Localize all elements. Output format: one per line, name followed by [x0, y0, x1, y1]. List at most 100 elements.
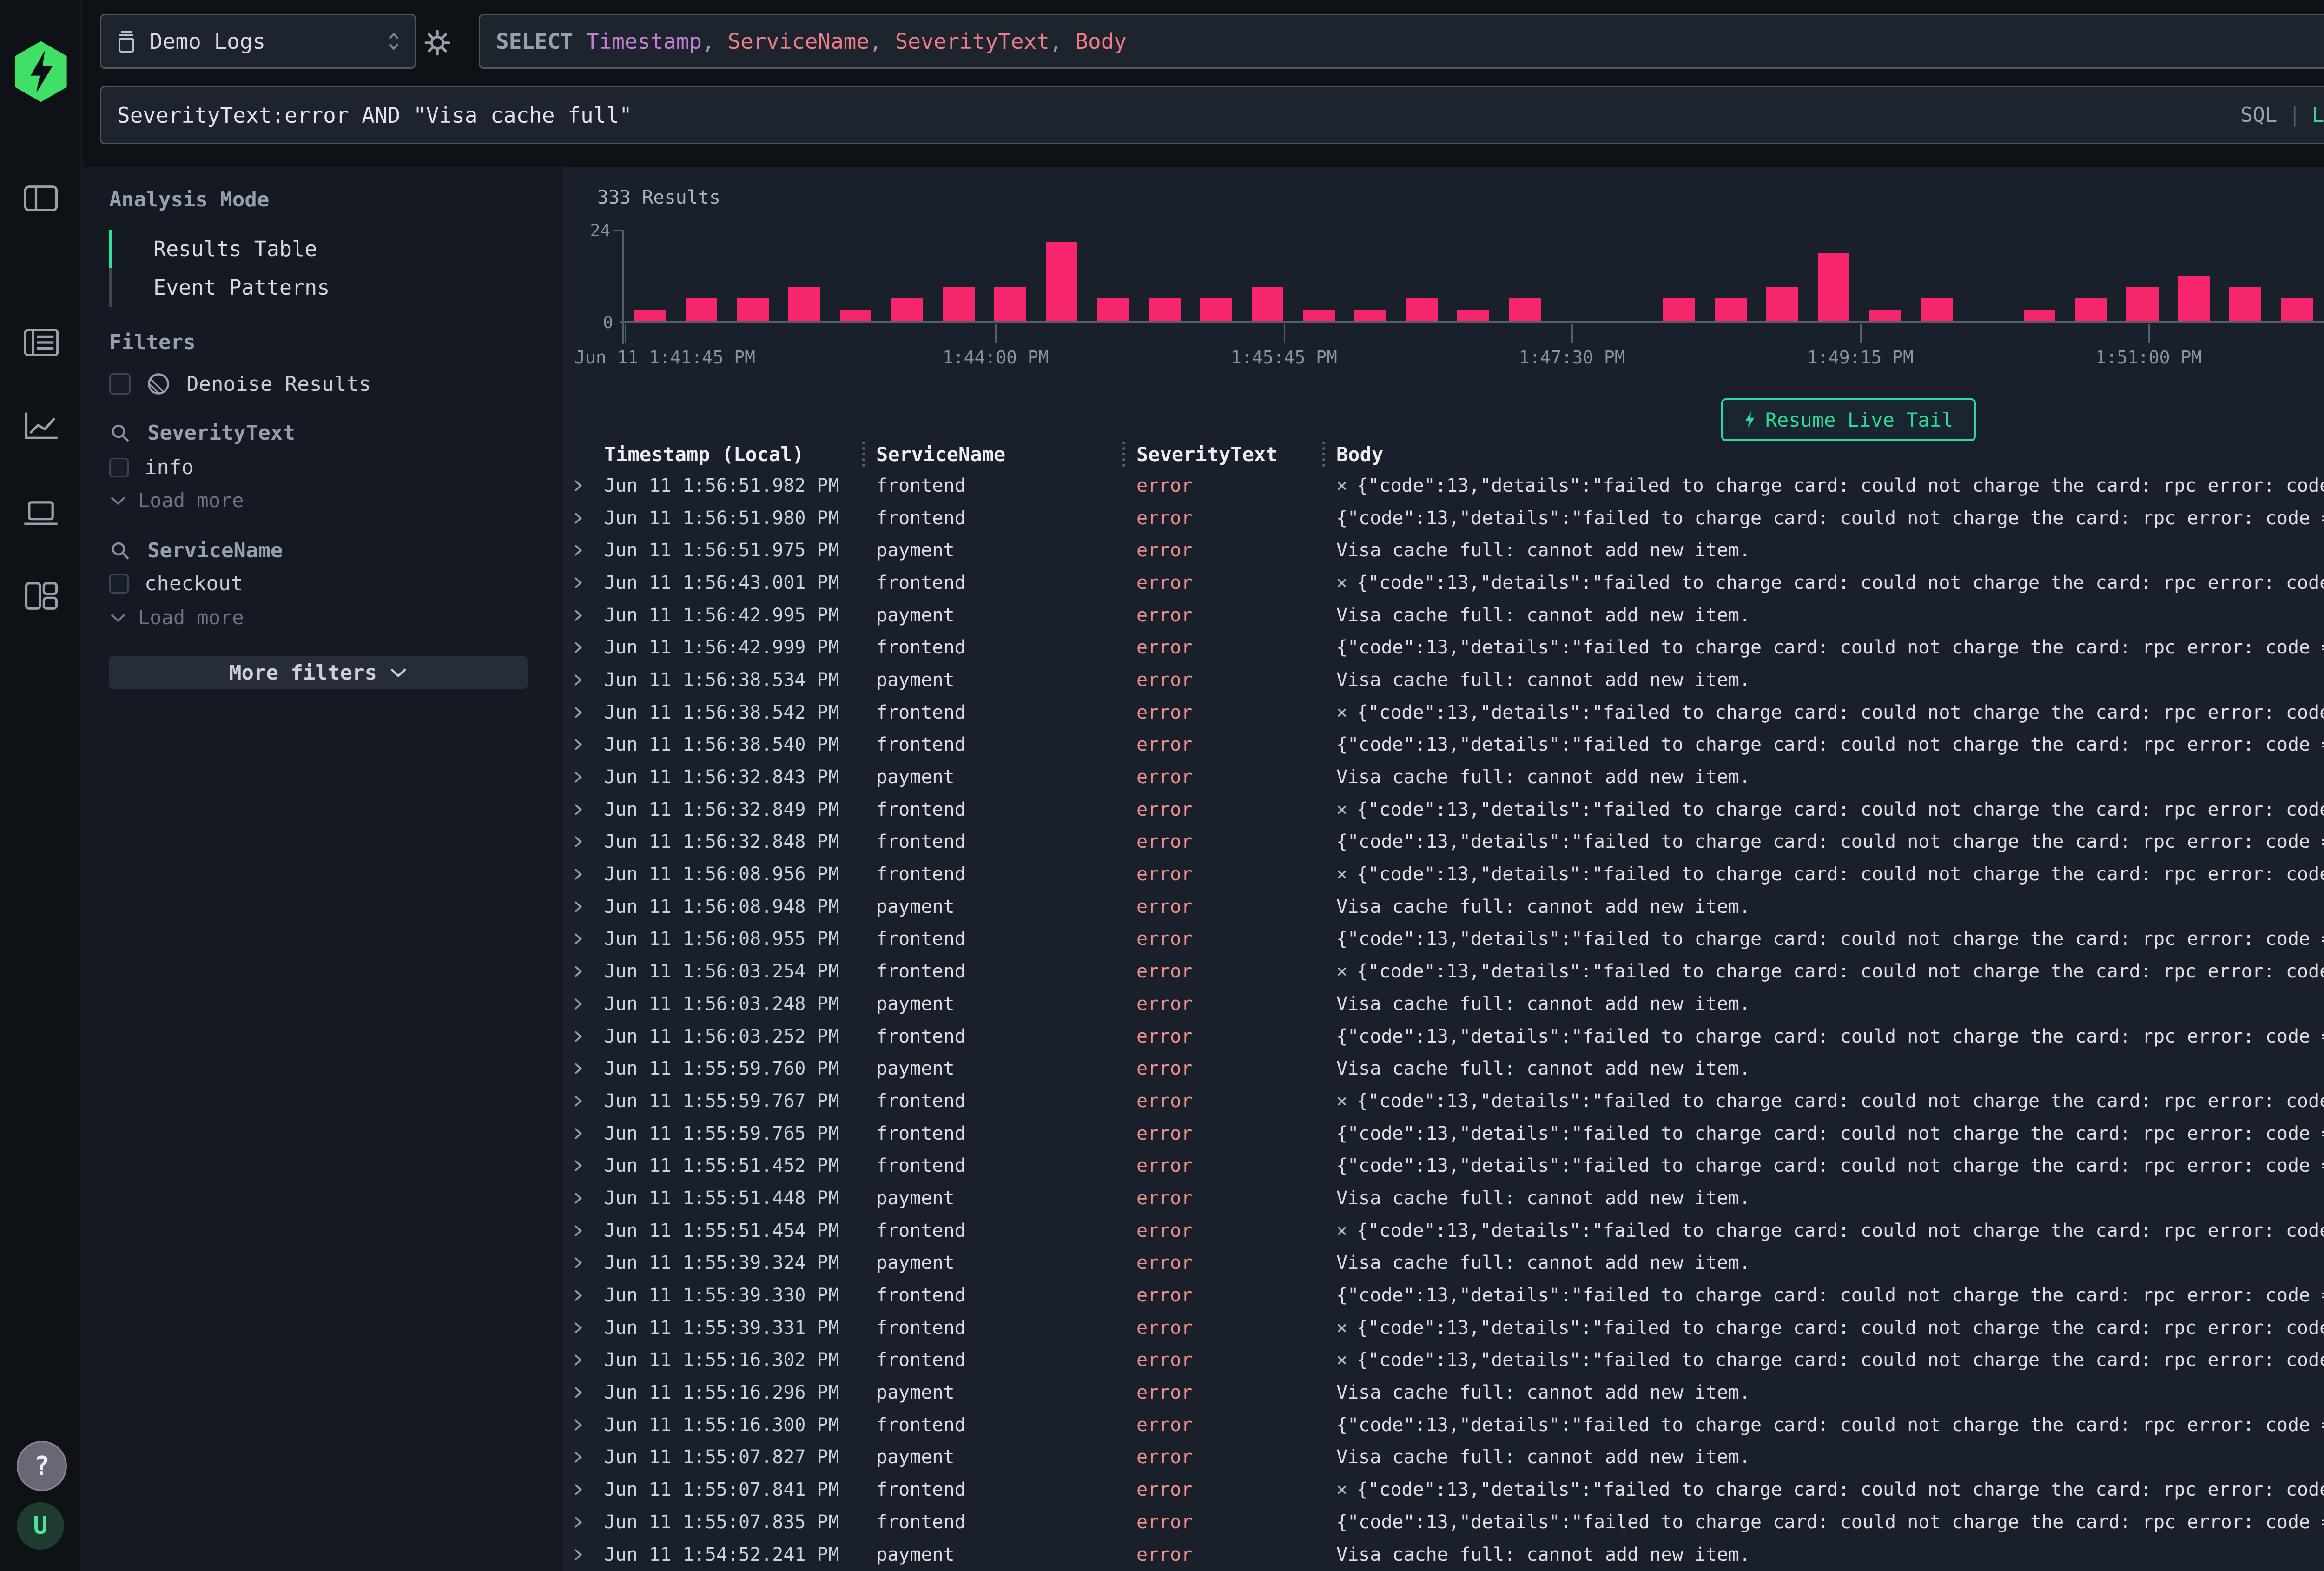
table-row[interactable]: Jun 11 1:55:59.767 PM frontend error ×{"…: [562, 1085, 2324, 1117]
column-resize-handle[interactable]: [1122, 442, 1125, 467]
table-row[interactable]: Jun 11 1:56:38.542 PM frontend error ×{"…: [562, 696, 2324, 729]
tab-event-patterns[interactable]: Event Patterns: [109, 268, 523, 307]
row-expand-chevron-icon[interactable]: [572, 1515, 604, 1530]
column-resize-handle[interactable]: [1322, 442, 1325, 467]
row-expand-chevron-icon[interactable]: [572, 770, 604, 785]
row-expand-chevron-icon[interactable]: [572, 1320, 604, 1335]
table-row[interactable]: Jun 11 1:55:39.324 PM payment error ×Vis…: [562, 1247, 2324, 1280]
tab-results-table[interactable]: Results Table: [109, 230, 523, 268]
row-expand-chevron-icon[interactable]: [572, 608, 604, 623]
row-expand-chevron-icon[interactable]: [572, 802, 604, 817]
table-row[interactable]: Jun 11 1:56:32.849 PM frontend error ×{"…: [562, 793, 2324, 826]
row-expand-chevron-icon[interactable]: [572, 640, 604, 655]
row-expand-chevron-icon[interactable]: [572, 1191, 604, 1206]
row-expand-chevron-icon[interactable]: [572, 737, 604, 752]
table-row[interactable]: Jun 11 1:55:39.330 PM frontend error ×{"…: [562, 1279, 2324, 1312]
row-expand-chevron-icon[interactable]: [572, 1158, 604, 1173]
table-row[interactable]: Jun 11 1:56:32.843 PM payment error ×Vis…: [562, 761, 2324, 793]
filter-option-checkout[interactable]: checkout: [109, 572, 535, 595]
table-row[interactable]: Jun 11 1:56:03.248 PM payment error ×Vis…: [562, 988, 2324, 1020]
table-row[interactable]: Jun 11 1:56:03.252 PM frontend error ×{"…: [562, 1020, 2324, 1053]
table-row[interactable]: Jun 11 1:56:43.001 PM frontend error ×{"…: [562, 567, 2324, 599]
row-expand-chevron-icon[interactable]: [572, 997, 604, 1011]
row-expand-chevron-icon[interactable]: [572, 1353, 604, 1367]
table-row[interactable]: Jun 11 1:55:07.841 PM frontend error ×{"…: [562, 1473, 2324, 1506]
row-expand-chevron-icon[interactable]: [572, 1094, 604, 1109]
row-expand-chevron-icon[interactable]: [572, 478, 604, 493]
row-expand-chevron-icon[interactable]: [572, 1482, 604, 1497]
filter-option-info[interactable]: info: [109, 455, 535, 479]
table-row[interactable]: Jun 11 1:55:59.765 PM frontend error ×{"…: [562, 1117, 2324, 1150]
results-histogram[interactable]: 24 0 Jun 11 1:41:45 PM1:44:00 PM1:45:45 …: [625, 232, 2324, 323]
col-servicename[interactable]: ServiceName: [876, 443, 1136, 466]
column-resize-handle[interactable]: [862, 442, 865, 467]
table-row[interactable]: Jun 11 1:55:16.302 PM frontend error ×{"…: [562, 1344, 2324, 1377]
checkout-checkbox[interactable]: [109, 574, 129, 594]
table-row[interactable]: Jun 11 1:56:38.534 PM payment error ×Vis…: [562, 664, 2324, 696]
table-row[interactable]: Jun 11 1:55:51.448 PM payment error ×Vis…: [562, 1182, 2324, 1215]
mode-toggle-sql[interactable]: SQL: [2240, 103, 2277, 127]
denoise-checkbox[interactable]: [109, 373, 131, 395]
row-expand-chevron-icon[interactable]: [572, 1029, 604, 1044]
search-query-input[interactable]: SeverityText:error AND "Visa cache full"…: [100, 86, 2324, 144]
table-row[interactable]: Jun 11 1:55:16.296 PM payment error ×Vis…: [562, 1376, 2324, 1409]
row-expand-chevron-icon[interactable]: [572, 673, 604, 687]
row-expand-chevron-icon[interactable]: [572, 1385, 604, 1400]
row-expand-chevron-icon[interactable]: [572, 899, 604, 914]
table-row[interactable]: Jun 11 1:56:08.955 PM frontend error ×{"…: [562, 923, 2324, 956]
row-expand-chevron-icon[interactable]: [572, 511, 604, 526]
row-expand-chevron-icon[interactable]: [572, 1450, 604, 1465]
help-button[interactable]: ?: [17, 1441, 67, 1491]
table-row[interactable]: Jun 11 1:56:42.995 PM payment error ×Vis…: [562, 599, 2324, 632]
more-filters-button[interactable]: More filters: [109, 656, 528, 689]
laptop-nav-icon[interactable]: [21, 494, 60, 533]
app-logo-icon[interactable]: [12, 40, 70, 103]
logs-nav-icon[interactable]: [21, 323, 60, 362]
row-expand-chevron-icon[interactable]: [572, 1223, 604, 1238]
table-row[interactable]: Jun 11 1:55:51.454 PM frontend error ×{"…: [562, 1215, 2324, 1247]
select-query-input[interactable]: SELECT Timestamp, ServiceName, SeverityT…: [479, 14, 2324, 69]
row-expand-chevron-icon[interactable]: [572, 1418, 604, 1432]
load-more-servicename[interactable]: Load more: [109, 606, 535, 629]
info-checkbox[interactable]: [109, 458, 129, 477]
row-expand-chevron-icon[interactable]: [572, 543, 604, 558]
table-row[interactable]: Jun 11 1:55:39.331 PM frontend error ×{"…: [562, 1312, 2324, 1344]
col-body[interactable]: Body: [1336, 443, 2324, 466]
sidebar-toggle-icon[interactable]: [21, 179, 60, 218]
col-severitytext[interactable]: SeverityText: [1136, 443, 1336, 466]
row-expand-chevron-icon[interactable]: [572, 575, 604, 590]
row-expand-chevron-icon[interactable]: [572, 931, 604, 946]
row-expand-chevron-icon[interactable]: [572, 1061, 604, 1076]
row-expand-chevron-icon[interactable]: [572, 1288, 604, 1303]
chart-nav-icon[interactable]: [21, 407, 60, 446]
load-more-severitytext[interactable]: Load more: [109, 489, 535, 512]
table-row[interactable]: Jun 11 1:55:51.452 PM frontend error ×{"…: [562, 1149, 2324, 1182]
table-row[interactable]: Jun 11 1:56:51.975 PM payment error ×Vis…: [562, 534, 2324, 567]
mode-toggle-lucene[interactable]: Lucene: [2312, 103, 2324, 127]
filter-group-servicename[interactable]: ServiceName: [109, 539, 535, 562]
table-row[interactable]: Jun 11 1:54:52.241 PM payment error ×Vis…: [562, 1538, 2324, 1571]
table-row[interactable]: Jun 11 1:55:16.300 PM frontend error ×{"…: [562, 1409, 2324, 1441]
row-expand-chevron-icon[interactable]: [572, 1255, 604, 1270]
row-expand-chevron-icon[interactable]: [572, 705, 604, 720]
table-row[interactable]: Jun 11 1:56:08.948 PM payment error ×Vis…: [562, 891, 2324, 923]
table-row[interactable]: Jun 11 1:56:32.848 PM frontend error ×{"…: [562, 826, 2324, 858]
table-row[interactable]: Jun 11 1:56:38.540 PM frontend error ×{"…: [562, 729, 2324, 761]
table-row[interactable]: Jun 11 1:56:03.254 PM frontend error ×{"…: [562, 955, 2324, 988]
table-row[interactable]: Jun 11 1:55:59.760 PM payment error ×Vis…: [562, 1052, 2324, 1085]
settings-button[interactable]: [421, 26, 454, 59]
row-expand-chevron-icon[interactable]: [572, 964, 604, 979]
table-row[interactable]: Jun 11 1:56:51.980 PM frontend error ×{"…: [562, 502, 2324, 535]
resume-live-tail-button[interactable]: Resume Live Tail: [1721, 398, 1976, 441]
table-row[interactable]: Jun 11 1:55:07.835 PM frontend error ×{"…: [562, 1506, 2324, 1538]
row-expand-chevron-icon[interactable]: [572, 867, 604, 882]
dataset-select[interactable]: Demo Logs: [100, 14, 416, 69]
table-row[interactable]: Jun 11 1:56:42.999 PM frontend error ×{"…: [562, 631, 2324, 664]
dashboard-nav-icon[interactable]: [21, 576, 60, 615]
user-avatar[interactable]: U: [17, 1502, 64, 1550]
row-expand-chevron-icon[interactable]: [572, 834, 604, 849]
row-expand-chevron-icon[interactable]: [572, 1126, 604, 1141]
table-row[interactable]: Jun 11 1:55:07.827 PM payment error ×Vis…: [562, 1441, 2324, 1474]
filter-group-severitytext[interactable]: SeverityText: [109, 421, 535, 445]
col-timestamp[interactable]: Timestamp (Local): [604, 443, 876, 466]
